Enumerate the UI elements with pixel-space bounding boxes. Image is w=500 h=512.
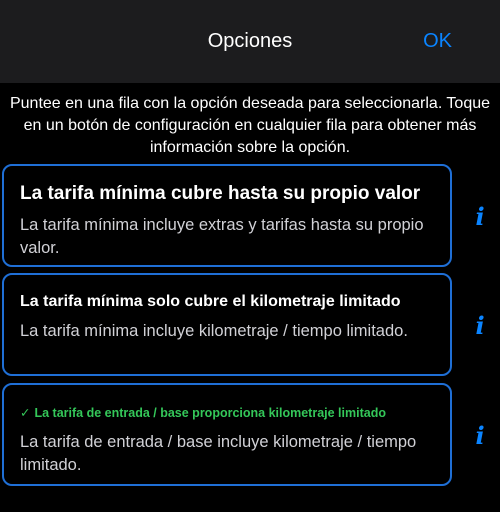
option-row-minimum-fare-limited-mileage[interactable]: La tarifa mínima solo cubre el kilometra…	[2, 273, 452, 376]
option-row-entry-fare-limited-mileage[interactable]: ✓ La tarifa de entrada / base proporciona…	[2, 383, 452, 486]
option-title-selected: ✓ La tarifa de entrada / base proporciona…	[20, 405, 440, 420]
ok-button[interactable]: OK	[423, 30, 452, 53]
option-description: La tarifa mínima incluye extras y tarifa…	[20, 216, 424, 257]
option-title: La tarifa mínima cubre hasta su propio v…	[20, 183, 421, 204]
option-title: La tarifa mínima solo cubre el kilometra…	[20, 293, 401, 310]
option-title-text: La tarifa de entrada / base proporciona …	[34, 406, 386, 420]
option-description: La tarifa mínima incluye kilometraje / t…	[20, 322, 408, 340]
checkmark-icon: ✓	[20, 406, 31, 420]
option-row-minimum-fare-own-value[interactable]: La tarifa mínima cubre hasta su propio v…	[2, 164, 452, 267]
info-icon[interactable]: i	[468, 311, 492, 340]
info-icon[interactable]: i	[468, 421, 492, 450]
info-icon[interactable]: i	[468, 202, 492, 231]
instructions-text: Puntee en una fila con la opción deseada…	[9, 95, 491, 156]
navigation-bar: Opciones OK	[0, 0, 500, 83]
option-description: La tarifa de entrada / base incluye kilo…	[20, 433, 417, 474]
